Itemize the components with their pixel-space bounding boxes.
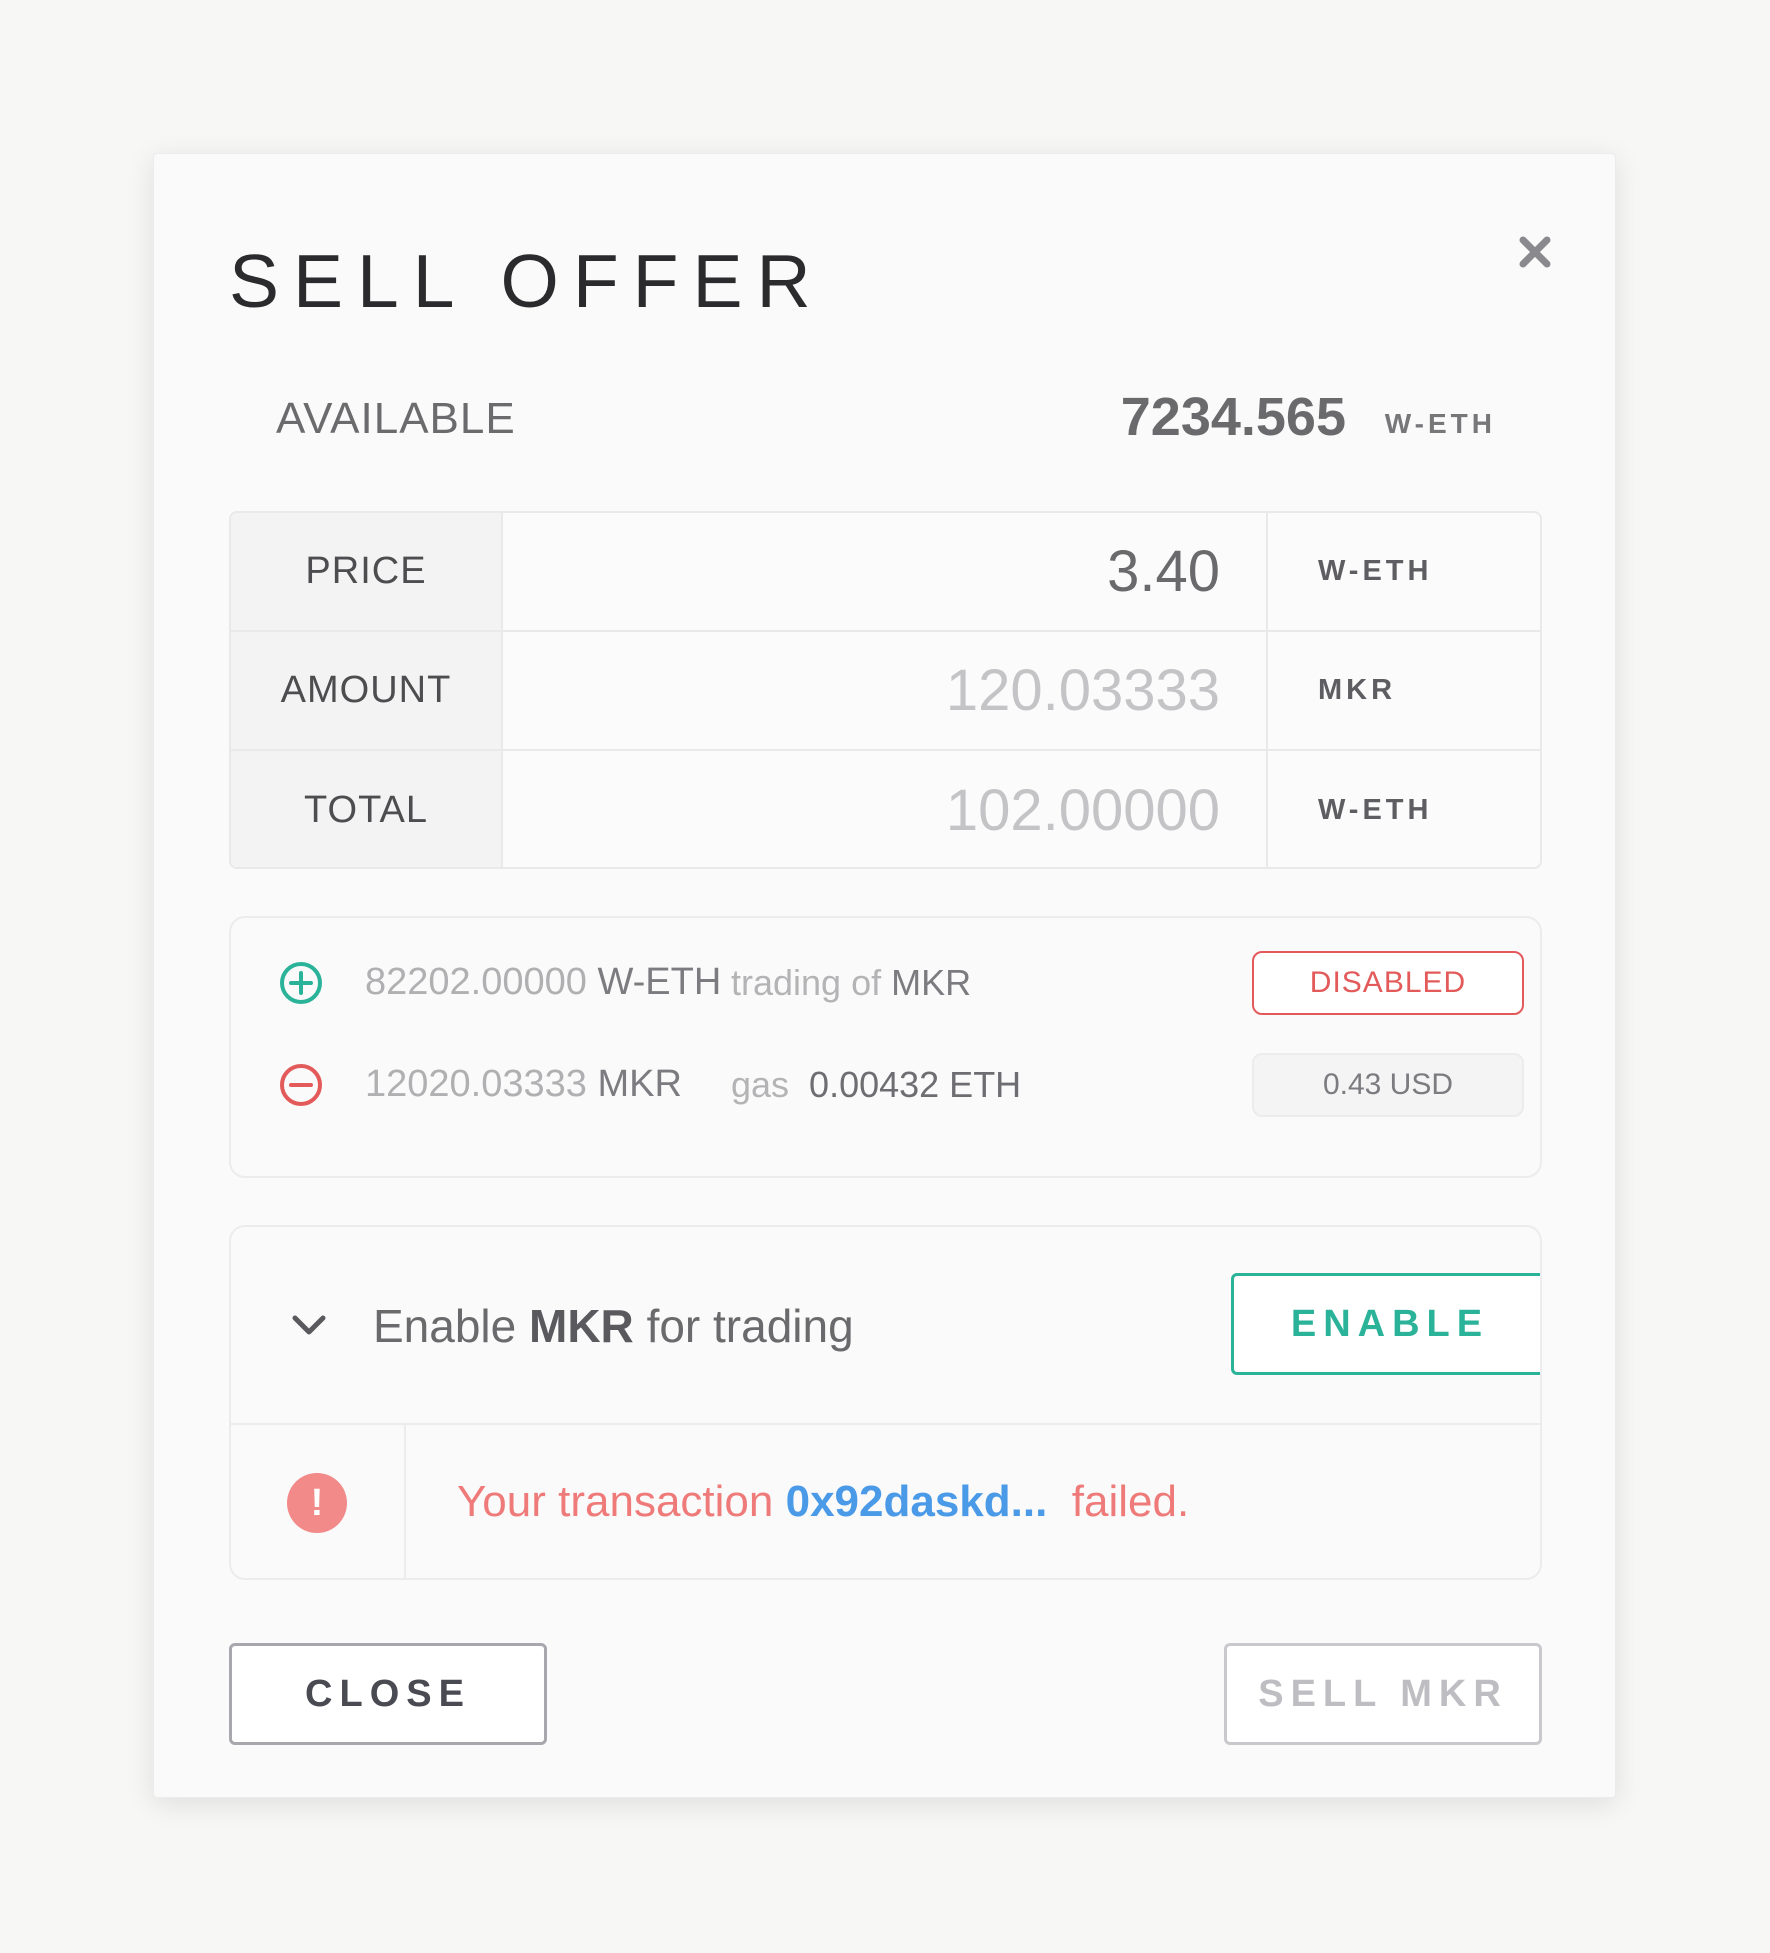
sell-offer-modal: SELL OFFER AVAILABLE 7234.565 W-ETH PRIC… (153, 153, 1616, 1798)
transaction-error: ! Your transaction 0x92daskd... failed. (231, 1425, 1540, 1578)
price-unit: W-ETH (1318, 555, 1433, 587)
alert-icon: ! (287, 1473, 347, 1533)
amount-row: AMOUNT 120.03333 MKR (231, 632, 1540, 751)
available-label: AVAILABLE (276, 394, 516, 443)
error-message: Your transaction 0x92daskd... failed. (457, 1477, 1190, 1526)
price-label: PRICE (231, 513, 503, 630)
total-input[interactable]: 102.00000 (503, 751, 1268, 867)
transaction-hash-link[interactable]: 0x92daskd... (786, 1477, 1048, 1526)
receive-row: 82202.00000 W-ETH trading of MKR DISABLE… (279, 948, 1524, 1018)
price-row: PRICE 3.40 W-ETH (231, 513, 1540, 632)
trading-status-label: trading of MKR (731, 962, 972, 1003)
pay-row: 12020.03333 MKR gas 0.00432 ETH 0.43 USD (279, 1050, 1524, 1120)
enable-trading-panel: Enable MKR for trading ENABLE ! Your tra… (229, 1225, 1542, 1580)
available-value: 7234.565 (1120, 387, 1346, 447)
amount-unit: MKR (1318, 674, 1397, 706)
available-row: AVAILABLE 7234.565 W-ETH (276, 386, 1496, 447)
sell-mkr-button[interactable]: SELL MKR (1224, 1643, 1542, 1745)
chevron-down-icon[interactable] (287, 1303, 331, 1347)
close-icon[interactable] (1511, 228, 1559, 276)
plus-circle-icon (279, 961, 323, 1005)
available-unit: W-ETH (1384, 408, 1496, 439)
receive-amount: 82202.00000 W-ETH (365, 961, 722, 1003)
minus-circle-icon (279, 1063, 323, 1107)
gas-usd-badge: 0.43 USD (1252, 1053, 1524, 1117)
gas-fee: gas 0.00432 ETH (731, 1064, 1022, 1105)
amount-label: AMOUNT (231, 632, 503, 749)
enable-trading-header: Enable MKR for trading ENABLE (231, 1227, 1540, 1425)
amount-input[interactable]: 120.03333 (503, 632, 1268, 749)
close-button[interactable]: CLOSE (229, 1643, 547, 1745)
transaction-summary: 82202.00000 W-ETH trading of MKR DISABLE… (229, 916, 1542, 1178)
total-unit: W-ETH (1318, 793, 1433, 826)
total-label: TOTAL (231, 751, 503, 867)
pay-amount: 12020.03333 MKR (365, 1063, 682, 1105)
trading-disabled-badge: DISABLED (1252, 951, 1524, 1015)
enable-trading-text: Enable MKR for trading (373, 1300, 854, 1352)
alert-icon-cell: ! (231, 1425, 406, 1578)
price-input[interactable]: 3.40 (503, 513, 1268, 630)
total-row: TOTAL 102.00000 W-ETH (231, 751, 1540, 867)
offer-form-table: PRICE 3.40 W-ETH AMOUNT 120.03333 MKR TO… (229, 511, 1542, 869)
modal-title: SELL OFFER (229, 239, 825, 323)
enable-button[interactable]: ENABLE (1231, 1273, 1540, 1375)
